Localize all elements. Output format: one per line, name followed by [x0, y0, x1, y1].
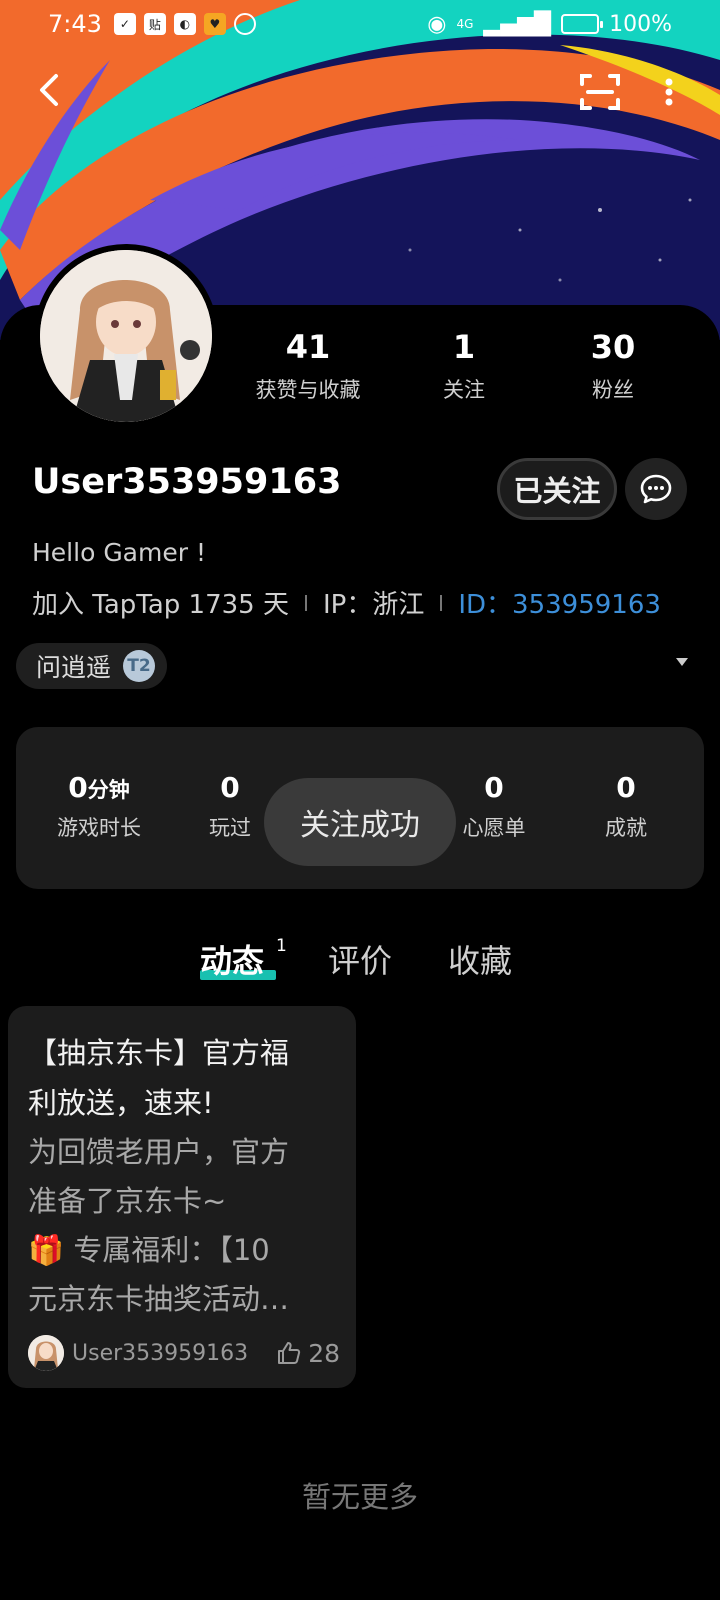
ip-location: IP：浙江 — [323, 590, 425, 620]
post-like-button[interactable]: 28 — [276, 1339, 340, 1368]
battery-icon — [561, 14, 604, 34]
post-author-name[interactable]: User353959163 — [72, 1341, 248, 1366]
follow-success-toast: 关注成功 — [264, 778, 456, 866]
gs-label: 游戏时长 — [57, 816, 141, 840]
tab-posts[interactable]: 动态 — [200, 936, 264, 982]
chat-bubble-icon — [640, 474, 672, 504]
join-duration: 加入 TapTap 1735 天 — [32, 590, 289, 620]
mini-avatar-illustration — [28, 1335, 64, 1371]
post-card[interactable]: 【抽京东卡】官方福 利放送，速来! 为回馈老用户，官方 准备了京东卡~ 🎁 专属… — [8, 1006, 356, 1388]
post-like-count: 28 — [308, 1338, 340, 1368]
stat-label: 获赞与收藏 — [255, 378, 361, 402]
stat-value: 30 — [590, 328, 636, 366]
expand-caret-icon[interactable] — [676, 658, 688, 666]
stat-achievements[interactable]: 0 成就 — [551, 771, 701, 842]
back-button[interactable] — [28, 68, 72, 112]
stat-label: 关注 — [443, 378, 485, 402]
post-title: 【抽京东卡】官方福 利放送，速来! — [28, 1036, 290, 1120]
tab-favorites[interactable]: 收藏 — [448, 936, 512, 982]
stat-label: 粉丝 — [592, 378, 634, 402]
status-bar: 7:43 ✓ 贴 ◐ ♥ ◉ 4G ▂▄▆█ 100% — [0, 0, 720, 48]
hand-icon — [233, 13, 256, 35]
thumbs-up-icon — [278, 1342, 301, 1364]
stat-playtime[interactable]: 0分钟 游戏时长 — [24, 771, 174, 842]
shopping-icon: ♥ — [203, 13, 226, 35]
status-time: 7:43 — [48, 10, 102, 38]
stat-value: 1 — [452, 328, 476, 366]
more-vertical-icon — [665, 78, 673, 106]
notification-icons: ✓ 贴 ◐ ♥ — [113, 13, 256, 35]
meta-divider — [440, 594, 443, 611]
level-badge-icon: T2 — [123, 650, 156, 682]
scan-icon — [580, 74, 620, 110]
bio: Hello Gamer ! — [32, 538, 206, 567]
stat-value: 41 — [285, 328, 331, 366]
following-button[interactable]: 已关注 — [497, 458, 617, 520]
user-id[interactable]: ID：353959163 — [458, 584, 661, 621]
avatar-image — [40, 250, 212, 422]
tieba-icon: 贴 — [143, 13, 166, 35]
stat-following[interactable]: 1 关注 — [384, 328, 544, 404]
profile-screen: 7:43 ✓ 贴 ◐ ♥ ◉ 4G ▂▄▆█ 100% 41 获赞与收藏 1 关… — [0, 0, 720, 1600]
post-footer: User353959163 28 — [28, 1334, 340, 1372]
anime-girl-illustration — [40, 250, 212, 422]
shield-icon: ✓ — [113, 13, 136, 35]
message-button[interactable] — [625, 458, 687, 520]
post-author-avatar[interactable] — [28, 1335, 64, 1371]
meta-divider — [305, 594, 307, 611]
title-badge-label: 问逍遥 — [36, 653, 112, 682]
chevron-left-icon — [40, 74, 58, 106]
tab-posts-count: 1 — [276, 936, 287, 956]
avatar[interactable] — [34, 244, 218, 428]
gs-label: 成就 — [605, 816, 647, 840]
stat-likes-favorites[interactable]: 41 获赞与收藏 — [228, 328, 388, 404]
no-more-label: 暂无更多 — [301, 1480, 418, 1514]
scan-button[interactable] — [578, 70, 622, 114]
app-icon: ◐ — [173, 13, 196, 35]
stat-followers[interactable]: 30 粉丝 — [533, 328, 693, 404]
network-label: 4G — [456, 17, 474, 31]
post-excerpt: 为回馈老用户，官方 准备了京东卡~ 🎁 专属福利：【10 元京东卡抽奖活动… — [28, 1135, 290, 1316]
battery-level: 100% — [609, 11, 672, 37]
signal-icon: ▂▄▆█ — [483, 11, 552, 37]
title-badge[interactable]: 问逍遥 T2 — [16, 643, 168, 689]
gs-value: 0分钟 — [68, 771, 130, 804]
eye-icon: ◉ — [427, 11, 447, 37]
gs-value: 0 — [616, 771, 636, 804]
more-button[interactable] — [654, 70, 684, 114]
username: User353959163 — [32, 462, 342, 502]
tab-reviews[interactable]: 评价 — [328, 936, 392, 982]
system-indicators: ◉ 4G ▂▄▆█ 100% — [427, 12, 672, 37]
profile-meta: 加入 TapTap 1735 天 IP：浙江 ID：353959163 — [32, 584, 661, 621]
